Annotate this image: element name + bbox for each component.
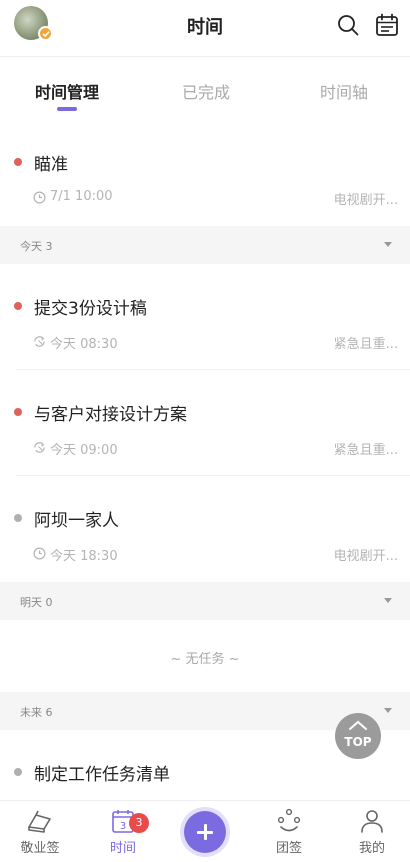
section-tomorrow[interactable]: 明天 0 bbox=[0, 582, 410, 620]
empty-text: ~ 无任务 ~ bbox=[170, 652, 240, 667]
team-icon bbox=[277, 808, 301, 832]
nav-label: 敬业签 bbox=[20, 841, 60, 856]
nav-item-team[interactable]: 团签 bbox=[254, 807, 324, 856]
section-label: 未来 6 bbox=[20, 706, 53, 719]
task-tag: 电视剧开... bbox=[333, 549, 398, 564]
chevron-down-icon bbox=[384, 598, 392, 603]
tab-bar: 时间管理 已完成 时间轴 bbox=[0, 56, 410, 120]
header: 时间 bbox=[0, 0, 410, 52]
list-item[interactable]: 瞄准 7/1 10:00 电视剧开... bbox=[0, 120, 410, 226]
empty-state: ~ 无任务 ~ bbox=[0, 620, 410, 692]
section-label: 今天 3 bbox=[20, 240, 53, 253]
section-label: 明天 0 bbox=[20, 596, 53, 609]
priority-dot bbox=[14, 158, 22, 166]
repeat-icon bbox=[34, 336, 45, 347]
tab-timeline[interactable]: 时间轴 bbox=[320, 79, 368, 103]
repeat-icon bbox=[34, 442, 45, 453]
nav-label: 我的 bbox=[358, 841, 385, 856]
task-tag: 紧急且重... bbox=[333, 337, 398, 352]
task-title: 阿坝一家人 bbox=[34, 511, 119, 531]
priority-dot bbox=[14, 514, 22, 522]
task-title: 与客户对接设计方案 bbox=[34, 405, 187, 425]
notification-badge: 3 bbox=[129, 813, 149, 833]
priority-dot bbox=[14, 768, 22, 776]
tab-indicator bbox=[57, 107, 77, 111]
nav-item-notes[interactable]: 敬业签 bbox=[5, 807, 75, 856]
task-time: 今天 09:00 bbox=[50, 443, 118, 458]
priority-dot bbox=[14, 302, 22, 310]
tab-completed[interactable]: 已完成 bbox=[182, 79, 230, 103]
task-title: 制定工作任务清单 bbox=[34, 765, 170, 785]
calendar-date: 3 bbox=[120, 821, 126, 832]
task-time: 今天 08:30 bbox=[50, 337, 118, 352]
chevron-up-icon bbox=[349, 720, 367, 730]
notebook-icon bbox=[28, 810, 51, 833]
task-title: 瞄准 bbox=[34, 155, 68, 175]
scroll-top-button[interactable]: TOP bbox=[335, 713, 381, 759]
task-time: 7/1 10:00 bbox=[50, 189, 113, 204]
list-item[interactable]: 与客户对接设计方案 今天 09:00 紧急且重... bbox=[0, 370, 410, 476]
scroll-top-label: TOP bbox=[344, 735, 372, 749]
nav-item-time[interactable]: 3 时间 3 bbox=[88, 807, 158, 856]
clock-icon bbox=[33, 191, 46, 204]
nav-label: 团签 bbox=[275, 841, 302, 856]
add-task-button[interactable] bbox=[184, 811, 226, 853]
tab-time-management[interactable]: 时间管理 bbox=[35, 79, 99, 103]
list-item[interactable]: 阿坝一家人 今天 18:30 电视剧开... bbox=[0, 476, 410, 582]
profile-icon bbox=[361, 810, 383, 833]
nav-item-profile[interactable]: 我的 bbox=[337, 807, 407, 856]
chevron-down-icon bbox=[384, 242, 392, 247]
task-tag: 紧急且重... bbox=[333, 443, 398, 458]
section-today[interactable]: 今天 3 bbox=[0, 226, 410, 264]
calendar-icon[interactable] bbox=[375, 13, 399, 37]
plus-icon-vertical bbox=[203, 824, 207, 840]
priority-dot bbox=[14, 408, 22, 416]
task-title: 提交3份设计稿 bbox=[34, 299, 147, 319]
search-icon[interactable] bbox=[336, 13, 360, 37]
nav-label: 时间 bbox=[109, 841, 136, 856]
task-tag: 电视剧开... bbox=[333, 193, 398, 208]
clock-icon bbox=[33, 547, 46, 560]
list-item[interactable]: 提交3份设计稿 今天 08:30 紧急且重... bbox=[0, 264, 410, 370]
task-time: 今天 18:30 bbox=[50, 549, 118, 564]
chevron-down-icon bbox=[384, 708, 392, 713]
